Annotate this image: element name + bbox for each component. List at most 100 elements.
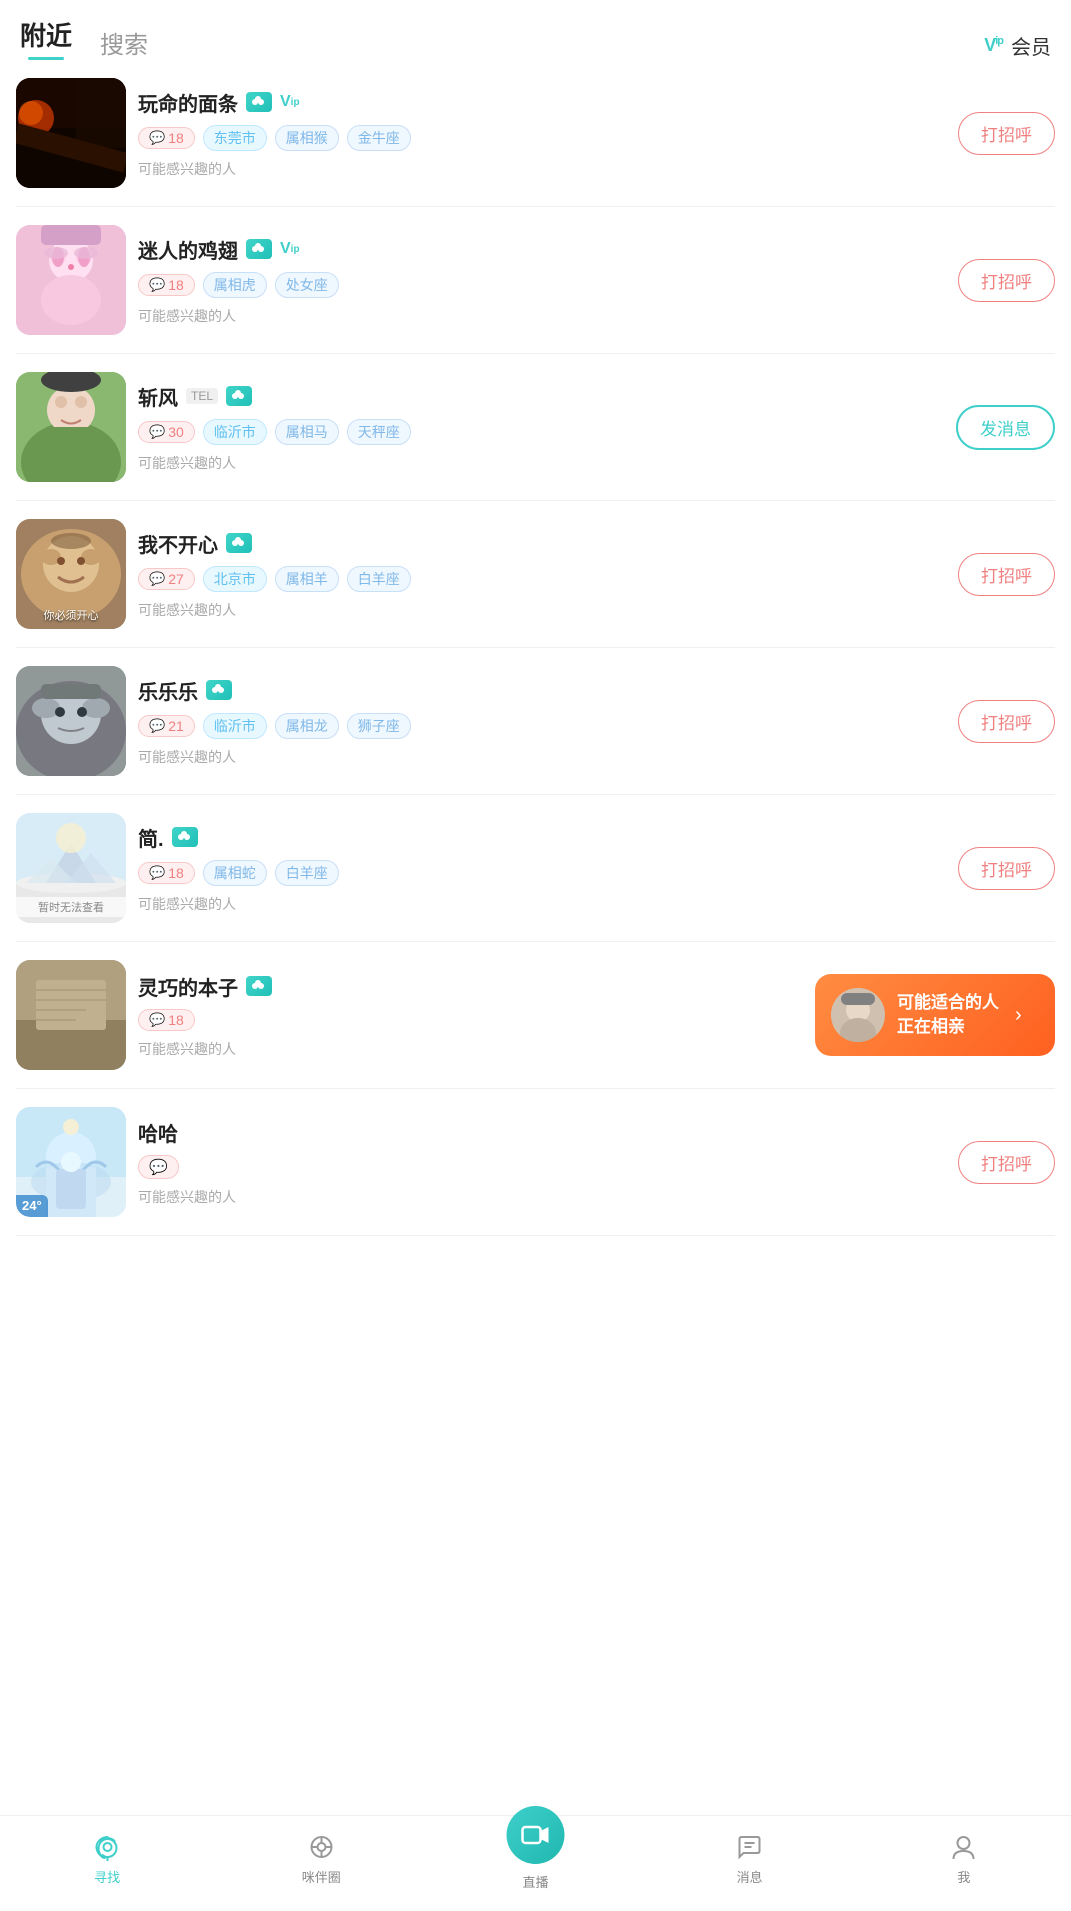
user-name: 简. — [138, 823, 164, 852]
tag-zodiac: 属相龙 — [275, 713, 339, 739]
user-list: 玩命的面条 Vip 💬 18 东莞市 属相猴 金牛座 可能感兴趣的人 打招呼 — [0, 60, 1071, 1236]
match-avatar-image — [831, 988, 885, 1042]
user-action: 打招呼 — [958, 112, 1055, 155]
profile-nav-icon — [948, 1831, 980, 1863]
nav-item-message[interactable]: 消息 — [710, 1831, 790, 1886]
tab-nearby[interactable]: 附近 — [20, 16, 72, 60]
nav-label-profile: 我 — [957, 1867, 970, 1886]
user-desc: 可能感兴趣的人 — [138, 1187, 938, 1207]
tag-age: 💬 18 — [138, 127, 195, 149]
user-tags: 💬 21 临沂市 属相龙 狮子座 — [138, 713, 938, 739]
user-info: 我不开心 💬 27 北京市 属相羊 白羊座 可能感兴趣的人 — [126, 529, 950, 620]
user-item: 迷人的鸡翅 Vip 💬 18 属相虎 处女座 可能感兴趣的人 打招呼 — [16, 207, 1055, 354]
user-action: 打招呼 — [958, 1141, 1055, 1184]
circle-nav-icon — [305, 1831, 337, 1863]
user-tags: 💬 18 东莞市 属相猴 金牛座 — [138, 125, 938, 151]
tab-search[interactable]: 搜索 — [100, 25, 148, 60]
group-badge — [246, 92, 272, 112]
message-nav-icon — [734, 1831, 766, 1863]
group-badge — [226, 386, 252, 406]
tag-horoscope: 狮子座 — [347, 713, 411, 739]
user-action: 可能适合的人 正在相亲 › — [815, 974, 1055, 1056]
avatar[interactable]: 你必须开心 — [16, 519, 126, 629]
greet-button[interactable]: 打招呼 — [958, 700, 1055, 743]
user-desc: 可能感兴趣的人 — [138, 600, 938, 620]
user-item: 玩命的面条 Vip 💬 18 东莞市 属相猴 金牛座 可能感兴趣的人 打招呼 — [16, 60, 1055, 207]
match-avatar — [831, 988, 885, 1042]
nav-item-profile[interactable]: 我 — [924, 1831, 1004, 1886]
avatar[interactable] — [16, 225, 126, 335]
avatar-overlay-text: 你必须开心 — [16, 607, 126, 623]
match-text-line1: 可能适合的人 — [897, 991, 999, 1015]
tag-city: 临沂市 — [203, 713, 267, 739]
vip-badge: Vip — [280, 240, 300, 258]
avatar-image — [16, 960, 126, 1070]
tag-city: 临沂市 — [203, 419, 267, 445]
tag-zodiac: 属相蛇 — [203, 860, 267, 886]
user-info: 迷人的鸡翅 Vip 💬 18 属相虎 处女座 可能感兴趣的人 — [126, 235, 950, 326]
user-info: 简. 💬 18 属相蛇 白羊座 可能感兴趣的人 — [126, 823, 950, 914]
user-name: 我不开心 — [138, 529, 218, 558]
nav-label-message: 消息 — [737, 1867, 763, 1886]
user-name-row: 迷人的鸡翅 Vip — [138, 235, 938, 264]
greet-button[interactable]: 打招呼 — [958, 847, 1055, 890]
tag-city: 东莞市 — [203, 125, 267, 151]
avatar-image — [16, 372, 126, 482]
user-item: 24° 哈哈 💬 可能感兴趣的人 打招呼 — [16, 1089, 1055, 1236]
vip-member-button[interactable]: Vip 会员 — [984, 31, 1051, 60]
tag-horoscope: 处女座 — [275, 272, 339, 298]
group-badge — [246, 976, 272, 996]
tag-zodiac: 属相猴 — [275, 125, 339, 151]
tag-horoscope: 金牛座 — [347, 125, 411, 151]
tag-age: 💬 — [138, 1155, 179, 1179]
nav-item-live[interactable]: 直播 — [495, 1806, 575, 1891]
group-badge — [246, 239, 272, 259]
user-name-row: 玩命的面条 Vip — [138, 88, 938, 117]
nav-item-circle[interactable]: 咪伴圈 — [281, 1831, 361, 1886]
tag-horoscope: 白羊座 — [275, 860, 339, 886]
user-tags: 💬 30 临沂市 属相马 天秤座 — [138, 419, 936, 445]
greet-button[interactable]: 打招呼 — [958, 112, 1055, 155]
user-desc: 可能感兴趣的人 — [138, 747, 938, 767]
avatar-label-text: 暂时无法查看 — [16, 897, 126, 917]
live-nav-icon — [506, 1806, 564, 1864]
vip-icon: Vip — [984, 35, 1003, 56]
vip-badge: Vip — [280, 93, 300, 111]
user-tags: 💬 27 北京市 属相羊 白羊座 — [138, 566, 938, 592]
user-info: 乐乐乐 💬 21 临沂市 属相龙 狮子座 可能感兴趣的人 — [126, 676, 950, 767]
greet-button[interactable]: 打招呼 — [958, 259, 1055, 302]
match-banner[interactable]: 可能适合的人 正在相亲 › — [815, 974, 1055, 1056]
avatar[interactable]: 24° — [16, 1107, 126, 1217]
avatar[interactable] — [16, 372, 126, 482]
greet-button[interactable]: 打招呼 — [958, 1141, 1055, 1184]
avatar[interactable] — [16, 78, 126, 188]
user-item: 你必须开心 我不开心 💬 27 北京市 属相羊 白羊座 可能感兴趣的人 打招呼 — [16, 501, 1055, 648]
group-badge — [206, 680, 232, 700]
avatar[interactable] — [16, 960, 126, 1070]
user-name-row: 乐乐乐 — [138, 676, 938, 705]
message-button[interactable]: 发消息 — [956, 405, 1055, 450]
avatar-image — [16, 78, 126, 188]
tag-zodiac: 属相马 — [275, 419, 339, 445]
tag-age: 💬 18 — [138, 1009, 195, 1031]
tag-horoscope: 天秤座 — [347, 419, 411, 445]
user-action: 打招呼 — [958, 700, 1055, 743]
group-badge — [172, 827, 198, 847]
greet-button[interactable]: 打招呼 — [958, 553, 1055, 596]
nav-label-search: 寻找 — [94, 1867, 120, 1886]
match-banner-content: 可能适合的人 正在相亲 — [897, 991, 999, 1039]
tag-age: 💬 27 — [138, 568, 195, 590]
tel-badge: TEL — [186, 388, 218, 404]
avatar[interactable]: 暂时无法查看 — [16, 813, 126, 923]
user-info: 玩命的面条 Vip 💬 18 东莞市 属相猴 金牛座 可能感兴趣的人 — [126, 88, 950, 179]
user-name-row: 简. — [138, 823, 938, 852]
avatar-image — [16, 666, 126, 776]
tag-city: 北京市 — [203, 566, 267, 592]
nav-item-search[interactable]: 寻找 — [67, 1831, 147, 1886]
user-desc: 可能感兴趣的人 — [138, 453, 936, 473]
user-item: 灵巧的本子 💬 18 可能感兴趣的人 — [16, 942, 1055, 1089]
header: 附近 搜索 Vip 会员 — [0, 0, 1071, 60]
user-item: 乐乐乐 💬 21 临沂市 属相龙 狮子座 可能感兴趣的人 打招呼 — [16, 648, 1055, 795]
avatar[interactable] — [16, 666, 126, 776]
tag-age: 💬 30 — [138, 421, 195, 443]
